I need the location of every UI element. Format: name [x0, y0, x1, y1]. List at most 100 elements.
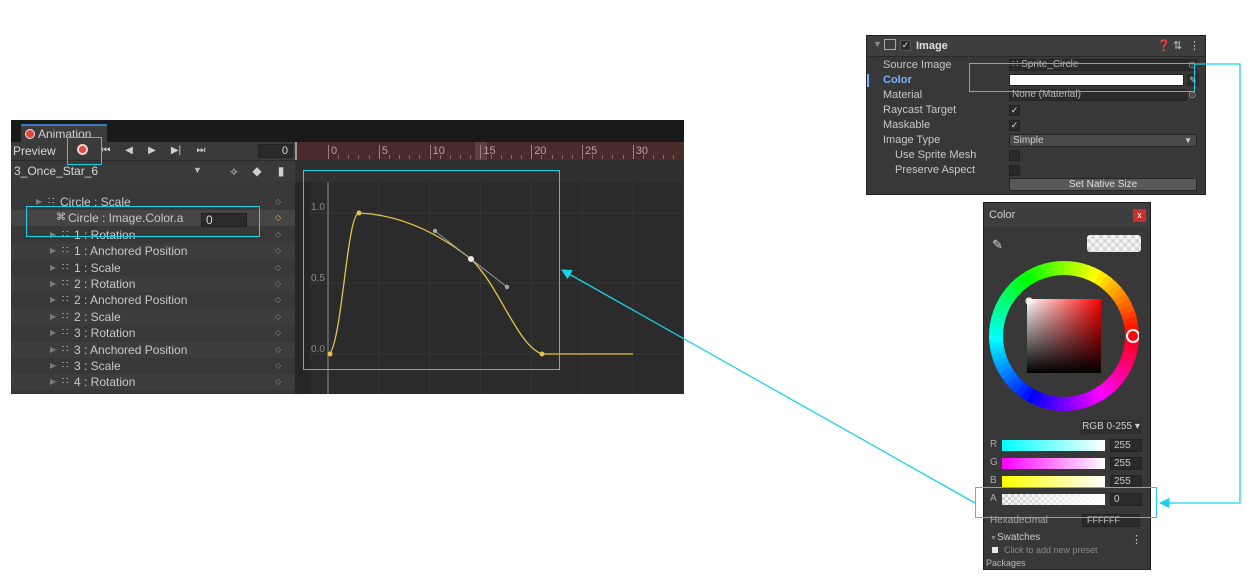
play-button[interactable]: ▶	[142, 143, 162, 159]
transform-property-icon: ∷	[62, 310, 69, 322]
property-row[interactable]: ▶ ∷ 3 : Anchored Position ◇	[11, 341, 295, 358]
preset-icon[interactable]: ⇅	[1173, 39, 1182, 52]
last-keyframe-button[interactable]: ⏭	[191, 143, 211, 159]
image-inspector: ▼ ✓ Image ❓ ⇅ ⋮ Source Image ∷ Sprite_Ci…	[866, 35, 1206, 195]
property-row[interactable]: ▶ ∷ 1 : Scale ◇	[11, 260, 295, 276]
chevron-down-icon: ▼	[1184, 136, 1192, 145]
property-row[interactable]: ▶ ∷ 2 : Rotation ◇	[11, 276, 295, 292]
color-wheel[interactable]	[989, 261, 1139, 411]
add-keyframe-icon[interactable]: ◆	[248, 163, 266, 179]
filter-by-selection-icon[interactable]: ⟡	[225, 163, 243, 179]
ruler-tick-label: 15	[483, 145, 496, 157]
keyframe-diamond-icon[interactable]: ◇	[275, 325, 281, 341]
expand-triangle-icon[interactable]: ▶	[50, 276, 56, 292]
animation-tab-bar: Animation	[11, 120, 684, 142]
property-row[interactable]: ▶ ∷ 3 : Scale ◇	[11, 358, 295, 374]
maskable-checkbox[interactable]: ✓	[1009, 120, 1020, 131]
ruler-minor-tick	[673, 155, 675, 159]
property-label: 3 : Anchored Position	[74, 342, 188, 357]
color-picker-header: Color x	[984, 203, 1150, 227]
ruler-minor-tick	[642, 155, 644, 159]
preview-button[interactable]: Preview	[13, 143, 56, 159]
ruler-minor-tick	[602, 155, 604, 159]
property-row[interactable]: ▶ ∷ 2 : Scale ◇	[11, 308, 295, 325]
transform-property-icon: ∷	[62, 376, 69, 388]
clip-dropdown[interactable]: 3_Once_Star_6	[14, 164, 98, 178]
expand-triangle-icon[interactable]: ▶	[50, 358, 56, 374]
ruler-minor-tick	[399, 155, 401, 159]
play-icon: ▶	[148, 145, 156, 156]
keyframe-diamond-icon[interactable]: ◇	[275, 342, 281, 358]
add-event-icon[interactable]: ▮	[272, 163, 290, 179]
packages-label: Packages	[986, 558, 1026, 568]
context-menu-icon[interactable]: ⋮	[1189, 39, 1200, 52]
keyframe-diamond-icon[interactable]: ◇	[275, 292, 281, 308]
keyframe-diamond-icon[interactable]: ◇	[275, 243, 281, 259]
highlight-curve	[303, 170, 560, 370]
keyframe-diamond-icon[interactable]: ◇	[275, 210, 281, 226]
green-slider[interactable]	[1002, 458, 1105, 469]
keyframe-diamond-icon[interactable]: ◇	[275, 260, 281, 276]
property-row[interactable]: ▶ ∷ 1 : Anchored Position ◇	[11, 243, 295, 260]
expand-triangle-icon[interactable]: ▶	[50, 292, 56, 308]
highlight-record	[67, 137, 102, 165]
keyframe-diamond-icon[interactable]: ◇	[275, 374, 281, 390]
red-slider[interactable]	[1002, 440, 1105, 451]
expand-triangle-icon[interactable]: ▶	[50, 260, 56, 276]
foldout-icon: ▼	[990, 535, 997, 542]
raycast-target-label: Raycast Target	[883, 104, 957, 116]
ruler-minor-tick	[612, 155, 614, 159]
property-row[interactable]: ▶ ∷ 3 : Rotation ◇	[11, 325, 295, 341]
keyframe-diamond-icon[interactable]: ◇	[275, 194, 281, 210]
next-keyframe-button[interactable]: ▶|	[166, 143, 186, 159]
property-row[interactable]: ▶ ∷ 2 : Anchored Position ◇	[11, 292, 295, 308]
red-value-field[interactable]: 255	[1110, 439, 1142, 452]
ruler-minor-tick	[653, 155, 655, 159]
ruler-tick-label: 25	[585, 145, 598, 157]
set-native-size-button[interactable]: Set Native Size	[1009, 178, 1197, 191]
color-mode-dropdown[interactable]: RGB 0-255 ▾	[1081, 420, 1141, 434]
image-type-dropdown[interactable]: Simple ▼	[1009, 134, 1197, 147]
keyframe-diamond-icon[interactable]: ◇	[275, 309, 281, 325]
ruler-minor-tick	[470, 155, 472, 159]
swatches-menu-icon[interactable]: ⋮	[1131, 533, 1142, 546]
green-value-field[interactable]: 255	[1110, 457, 1142, 470]
new-preset-swatch[interactable]	[992, 547, 998, 553]
help-icon[interactable]: ❓	[1157, 39, 1171, 52]
keyframe-diamond-icon[interactable]: ◇	[275, 276, 281, 292]
property-label: 4 : Rotation	[74, 375, 136, 390]
expand-triangle-icon[interactable]: ▶	[50, 374, 56, 390]
enabled-checkbox[interactable]: ✓	[900, 40, 911, 51]
swatches-foldout[interactable]: ▼Swatches	[990, 532, 1040, 543]
raycast-target-checkbox[interactable]: ✓	[1009, 105, 1020, 116]
color-label: Color	[883, 74, 912, 86]
timeline-ruler[interactable]: 0 5 10 15 20 25 30	[295, 142, 684, 160]
prev-keyframe-button[interactable]: ◀	[119, 143, 139, 159]
close-button[interactable]: x	[1133, 209, 1146, 222]
playhead[interactable]	[295, 142, 297, 160]
expand-triangle-icon[interactable]: ▶	[50, 342, 56, 358]
ruler-minor-tick	[419, 155, 421, 159]
ruler-minor-tick	[663, 155, 665, 159]
expand-triangle-icon[interactable]: ▶	[50, 325, 56, 341]
blue-slider[interactable]	[1002, 476, 1105, 487]
use-sprite-mesh-checkbox[interactable]	[1009, 150, 1020, 161]
eyedropper-icon[interactable]: ✎	[992, 237, 1003, 253]
image-type-value: Simple	[1013, 135, 1044, 146]
keyframe-diamond-icon[interactable]: ◇	[275, 227, 281, 243]
raycast-target-row: Raycast Target ✓	[867, 103, 1205, 118]
frame-field[interactable]: 0	[258, 144, 293, 158]
chevron-down-icon[interactable]: ▼	[193, 165, 202, 175]
ruler-major-tick	[328, 145, 329, 159]
ruler-major-tick	[632, 145, 634, 159]
expand-triangle-icon[interactable]: ▶	[50, 243, 56, 259]
foldout-icon[interactable]: ▼	[873, 39, 882, 49]
ruler-minor-tick	[500, 155, 502, 159]
property-row[interactable]: ▶ ∷ 4 : Rotation ◇	[11, 374, 295, 391]
clip-row: 3_Once_Star_6 ▼ ⟡ ◆ ▮	[11, 160, 295, 182]
keyframe-diamond-icon[interactable]: ◇	[275, 358, 281, 374]
preserve-aspect-checkbox[interactable]	[1009, 165, 1020, 176]
expand-triangle-icon[interactable]: ▶	[50, 309, 56, 325]
transform-property-icon: ∷	[62, 294, 69, 306]
preserve-aspect-row: Preserve Aspect	[867, 163, 1205, 178]
